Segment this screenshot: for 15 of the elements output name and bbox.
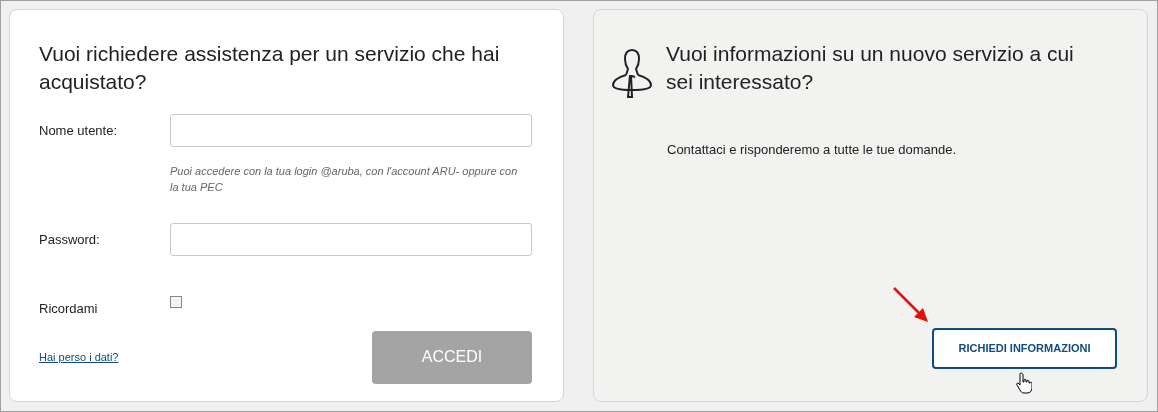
arrow-annotation: [892, 286, 930, 324]
remember-checkbox[interactable]: [170, 296, 182, 308]
info-title: Vuoi informazioni su un nuovo servizio a cui sei interessato?: [666, 41, 1075, 95]
field-hint: Puoi accedere con la tua login @aruba, con l'account ARU- oppure con la tua PEC: [170, 164, 519, 195]
person-icon: [612, 48, 652, 101]
password-field[interactable]: [169, 223, 532, 256]
username-field[interactable]: [169, 114, 532, 147]
field-label: Password:: [39, 230, 101, 249]
hand-cursor-icon: [1016, 372, 1032, 394]
field-label: Nome utente:: [39, 121, 119, 140]
remember-label: Ricordami: [39, 300, 99, 318]
forgot-link[interactable]: Hai perso i dati?: [39, 348, 119, 366]
request-info-button[interactable]: RICHIEDI INFORMAZIONI: [932, 328, 1117, 369]
info-text: Contattaci e risponderemo a tutte le tue domande.: [667, 141, 958, 159]
login-title: Vuoi richiedere assistenza per un servizio che hai acquistato?: [39, 41, 501, 95]
